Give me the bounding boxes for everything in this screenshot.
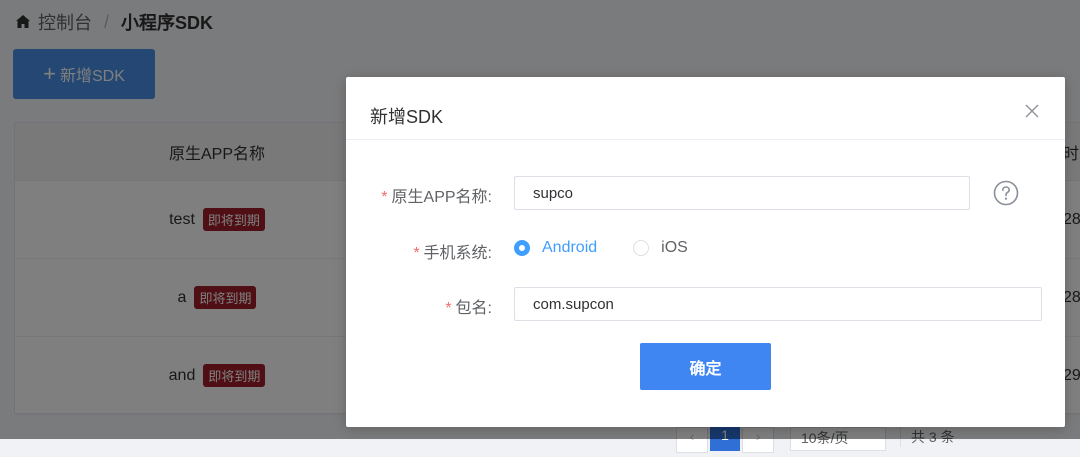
question-circle-icon[interactable] [993,180,1019,206]
radio-ios[interactable]: iOS [633,239,688,257]
close-icon[interactable] [1022,101,1042,121]
confirm-button[interactable]: 确定 [640,343,771,390]
required-mark: * [413,245,420,262]
os-radio-group: Android iOS [514,236,724,260]
radio-checked-icon [514,240,530,256]
dialog-title: 新增SDK [370,107,444,127]
package-input[interactable] [514,287,1042,321]
radio-ios-label: iOS [661,239,688,256]
required-mark: * [381,189,388,206]
radio-unchecked-icon [633,240,650,256]
app-name-label-text: 原生APP名称: [391,189,492,206]
radio-android[interactable]: Android [514,239,597,257]
add-sdk-dialog: 新增SDK *原生APP名称: *手机系统: Android iOS *包名: … [346,77,1065,427]
package-label-text: 包名: [455,300,492,317]
os-label: * 手机系统: [370,239,492,263]
required-mark: * [445,300,452,317]
app-name-input[interactable] [514,176,970,210]
radio-android-label: Android [542,239,598,256]
package-label: * 包名: [370,294,492,318]
os-label-text: 手机系统: [423,245,492,262]
app-name-label: * 原生APP名称: [370,183,492,207]
dialog-header: 新增SDK [346,77,1065,140]
